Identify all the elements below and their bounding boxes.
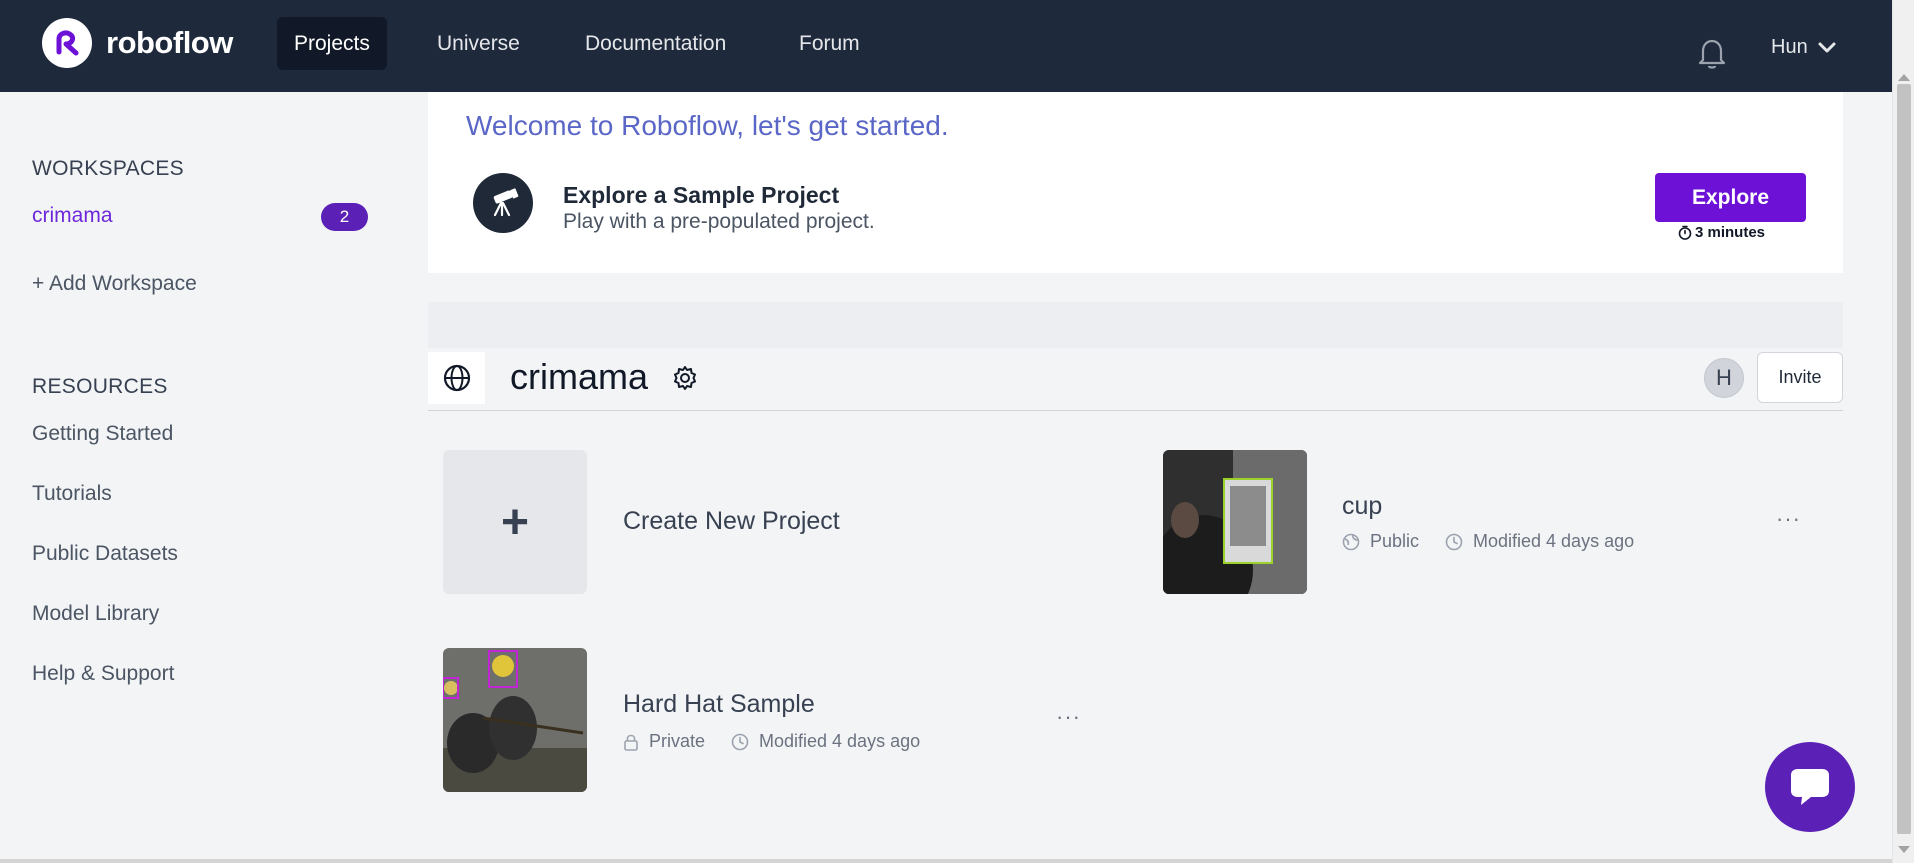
roboflow-logo[interactable]: roboflow [42,18,233,68]
avatar[interactable]: H [1704,358,1744,398]
resources-heading: RESOURCES [32,375,168,398]
visibility-label: Private [649,731,706,751]
create-project-tile[interactable]: + [443,450,587,594]
project-thumbnail-cup[interactable] [1163,450,1307,594]
section-divider [428,302,1843,348]
horizontal-scrollbar [0,859,1892,863]
stopwatch-icon [1678,225,1692,240]
workspace-count-badge: 2 [321,203,368,231]
workspace-header-divider [428,410,1843,411]
telescope-icon [473,173,533,233]
nav-universe[interactable]: Universe [420,17,537,70]
lock-icon [624,734,638,751]
brand-name: roboflow [106,25,233,60]
bell-icon[interactable] [1697,36,1727,75]
explore-duration: 3 minutes [1678,224,1765,241]
sidebar-item-help-support[interactable]: Help & Support [32,662,174,686]
project-visibility-cup: Public [1342,531,1419,552]
project-modified-cup: Modified 4 days ago [1445,531,1634,552]
page-scrollbar[interactable] [1892,0,1914,863]
nav-forum[interactable]: Forum [782,17,877,70]
chat-launcher[interactable] [1765,742,1855,832]
sidebar-item-tutorials[interactable]: Tutorials [32,482,112,506]
clock-icon [731,733,749,750]
modified-label: Modified 4 days ago [1473,531,1635,551]
explore-button[interactable]: Explore [1655,173,1806,222]
scroll-down-arrow[interactable] [1898,846,1910,853]
sidebar-item-public-datasets[interactable]: Public Datasets [32,542,178,566]
nav-documentation[interactable]: Documentation [568,17,743,70]
clock-icon [1445,533,1463,550]
welcome-card: Welcome to Roboflow, let's get started. … [428,92,1843,273]
workspaces-heading: WORKSPACES [32,157,184,180]
modified-label: Modified 4 days ago [759,731,921,751]
sample-project-title: Explore a Sample Project [563,182,840,208]
top-nav: roboflow Projects Universe Documentation… [0,0,1892,92]
sidebar-item-getting-started[interactable]: Getting Started [32,422,173,446]
add-workspace-link[interactable]: + Add Workspace [32,272,197,296]
workspace-visibility[interactable] [428,352,485,404]
sidebar-item-model-library[interactable]: Model Library [32,602,159,626]
project-name-hard-hat[interactable]: Hard Hat Sample [623,690,815,719]
project-visibility-hard-hat: Private [623,731,705,752]
globe-icon [443,364,470,392]
user-menu[interactable]: Hun [1771,36,1836,59]
explore-time-text: 3 minutes [1695,224,1766,241]
project-name-cup[interactable]: cup [1342,492,1382,521]
create-project-label[interactable]: Create New Project [623,507,840,536]
chevron-down-icon [1818,42,1836,52]
nav-projects[interactable]: Projects [277,17,387,70]
globe-icon [1342,533,1360,550]
project-menu-hard-hat[interactable]: ··· [1056,704,1081,730]
sidebar-workspace-crimama[interactable]: crimama [32,204,113,228]
project-thumbnail-hard-hat[interactable] [443,648,587,792]
sample-project-subtitle: Play with a pre-populated project. [563,210,875,233]
plus-icon: + [500,495,530,549]
chat-icon [1791,769,1829,805]
welcome-title: Welcome to Roboflow, let's get started. [466,110,949,141]
project-modified-hard-hat: Modified 4 days ago [731,731,920,752]
roboflow-logo-icon [42,18,92,68]
scroll-thumb[interactable] [1897,84,1911,834]
user-name: Hun [1771,36,1808,58]
scroll-up-arrow[interactable] [1898,74,1910,81]
project-menu-cup[interactable]: ··· [1776,506,1801,532]
visibility-label: Public [1370,531,1420,551]
invite-button[interactable]: Invite [1757,352,1843,403]
workspace-title: crimama [510,356,649,397]
gear-icon[interactable] [672,365,698,396]
